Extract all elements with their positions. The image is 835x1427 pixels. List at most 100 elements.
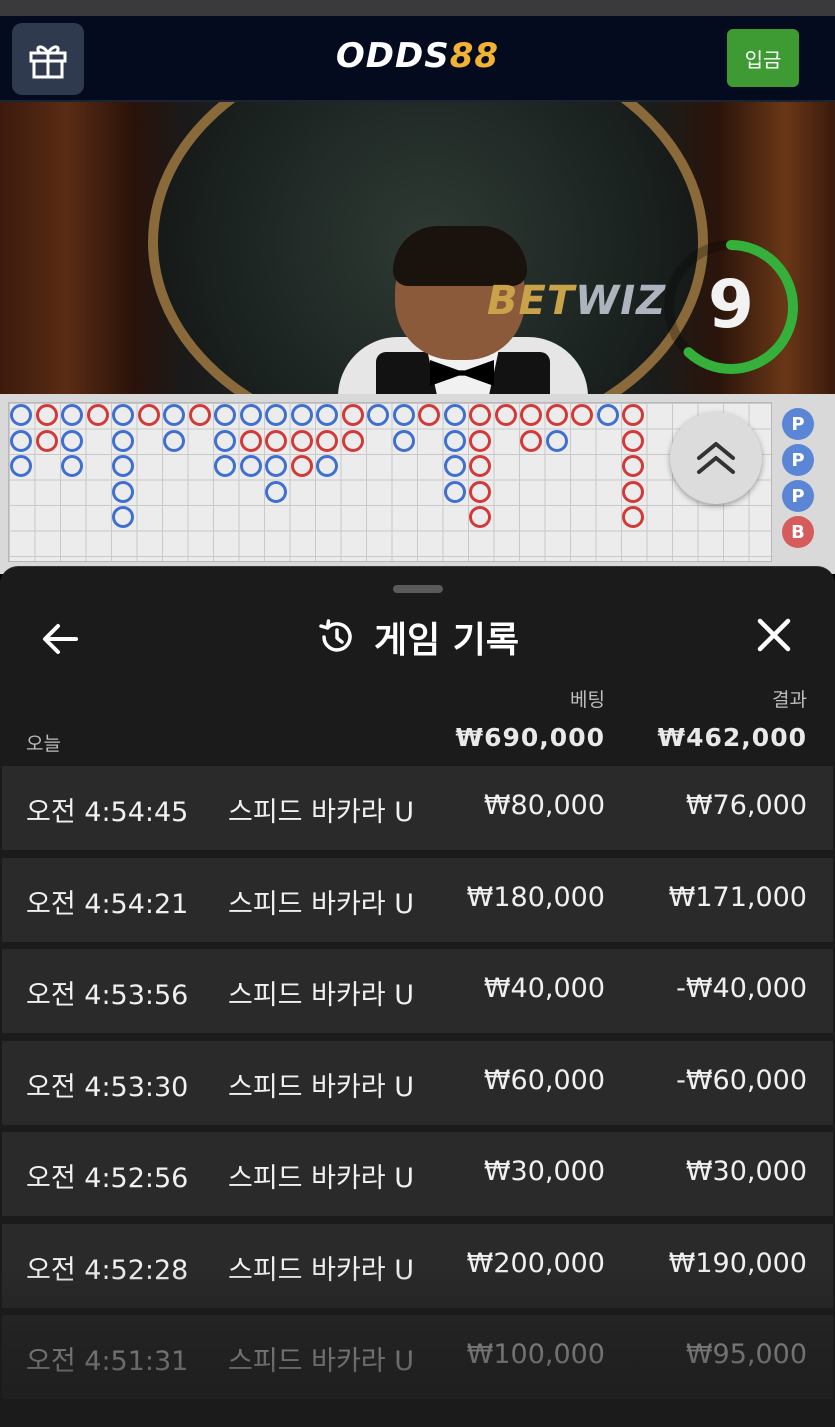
player-bead <box>443 480 466 503</box>
banker-bead <box>469 480 491 503</box>
banker-bead <box>469 404 491 426</box>
banker-bead <box>265 429 287 452</box>
bead-road: PPPB <box>0 394 835 574</box>
road-side-chips: PPPB <box>778 400 835 570</box>
player-bead <box>112 455 134 477</box>
deposit-button[interactable]: 입금 <box>727 29 799 87</box>
row-time: 오전 4:52:28 <box>26 1254 189 1286</box>
banker-bead <box>622 480 644 503</box>
banker-bead <box>341 404 364 426</box>
row-game: 스피드 바카라 U <box>228 1254 414 1286</box>
history-row[interactable]: 오전 4:54:45 스피드 바카라 U ₩80,000 ₩76,000 <box>2 766 833 850</box>
row-game: 스피드 바카라 U <box>228 980 414 1011</box>
player-bead <box>265 455 287 477</box>
player-bead <box>61 455 83 477</box>
banker-bead <box>622 455 644 477</box>
player-bead <box>392 429 415 452</box>
column-header-result: 결과 <box>772 689 807 711</box>
history-row[interactable]: 오전 4:54:21 스피드 바카라 U ₩180,000 ₩171,000 <box>2 857 833 942</box>
player-bead <box>112 429 134 452</box>
history-icon <box>319 619 352 652</box>
page-title: 게임 기록 <box>373 620 519 661</box>
banker-bead <box>469 429 491 452</box>
row-game: 스피드 바카라 U <box>228 1346 414 1377</box>
row-game: 스피드 바카라 U <box>228 1163 414 1194</box>
banker-bead <box>35 404 58 426</box>
logo: ODDS88 <box>0 36 835 76</box>
player-chip: P <box>782 480 814 512</box>
row-bet: ₩80,000 <box>483 790 605 821</box>
player-bead <box>214 429 236 452</box>
banker-bead <box>469 506 491 528</box>
banker-bead <box>622 506 644 528</box>
player-bead <box>443 404 466 426</box>
countdown-number: 9 <box>708 266 754 343</box>
today-result-total: ₩462,000 <box>657 723 807 752</box>
player-bead <box>443 429 466 452</box>
banker-bead <box>239 429 262 452</box>
banker-bead <box>520 429 542 452</box>
player-bead <box>545 429 568 452</box>
sheet-drag-handle[interactable] <box>393 585 443 593</box>
banker-bead <box>341 429 364 452</box>
row-game: 스피드 바카라 U <box>228 888 414 920</box>
banker-bead <box>35 429 58 452</box>
row-result: ₩30,000 <box>685 1156 807 1187</box>
player-bead <box>239 455 262 477</box>
row-bet: ₩30,000 <box>483 1156 605 1187</box>
row-time: 오전 4:53:56 <box>26 980 189 1011</box>
player-bead <box>163 429 185 452</box>
row-result: -₩40,000 <box>676 973 807 1004</box>
row-time: 오전 4:52:56 <box>26 1163 189 1194</box>
player-bead <box>316 455 338 477</box>
banker-bead <box>137 404 160 426</box>
row-game: 스피드 바카라 U <box>228 797 414 828</box>
row-time: 오전 4:54:21 <box>26 888 189 920</box>
player-bead <box>214 455 236 477</box>
player-bead <box>290 404 313 426</box>
row-result: ₩76,000 <box>685 790 807 821</box>
column-header-bet: 베팅 <box>570 689 605 711</box>
row-bet: ₩180,000 <box>466 881 605 913</box>
player-chip: P <box>782 444 814 476</box>
banker-bead <box>469 455 491 477</box>
today-bet-total: ₩690,000 <box>455 723 605 752</box>
history-row[interactable]: 오전 4:51:31 스피드 바카라 U ₩100,000 ₩95,000 <box>2 1315 833 1399</box>
banker-bead <box>316 429 338 452</box>
row-result: ₩95,000 <box>685 1339 807 1370</box>
history-row[interactable]: 오전 4:52:28 스피드 바카라 U ₩200,000 ₩190,000 <box>2 1223 833 1308</box>
banker-bead <box>622 429 644 452</box>
banker-bead <box>418 404 440 426</box>
history-row[interactable]: 오전 4:53:30 스피드 바카라 U ₩60,000 -₩60,000 <box>2 1040 833 1125</box>
row-result: ₩171,000 <box>668 881 807 913</box>
history-row[interactable]: 오전 4:53:56 스피드 바카라 U ₩40,000 -₩40,000 <box>2 949 833 1033</box>
banker-bead <box>290 455 313 477</box>
dealer-hair <box>393 226 527 286</box>
brand-part2: WIZ <box>575 278 667 324</box>
history-row[interactable]: 오전 4:52:56 스피드 바카라 U ₩30,000 ₩30,000 <box>2 1132 833 1216</box>
player-bead <box>596 404 619 426</box>
game-history-sheet: 게임 기록 베팅 결과 오늘 ₩690,000 ₩462,000 오전 4:54… <box>0 566 835 1427</box>
brand-part1: BET <box>487 278 576 324</box>
live-video: BETWIZ 9 <box>0 102 835 394</box>
row-result: -₩60,000 <box>676 1064 807 1096</box>
sheet-title: 게임 기록 <box>0 611 835 663</box>
banker-bead <box>571 404 593 426</box>
row-bet: ₩60,000 <box>483 1064 605 1096</box>
row-game: 스피드 바카라 U <box>228 1071 414 1103</box>
logo-part1: ODDS <box>335 36 450 76</box>
expand-button[interactable] <box>670 412 762 504</box>
player-bead <box>265 480 287 503</box>
banker-bead <box>520 404 542 426</box>
close-button[interactable] <box>750 611 798 659</box>
row-bet: ₩200,000 <box>466 1247 605 1279</box>
banker-chip: B <box>782 516 814 548</box>
row-time: 오전 4:54:45 <box>26 797 189 828</box>
player-chip: P <box>782 408 814 440</box>
player-bead <box>214 404 236 426</box>
player-bead <box>392 404 415 426</box>
road-grid <box>8 402 772 562</box>
status-bar <box>0 0 835 16</box>
banker-bead <box>188 404 211 426</box>
row-time: 오전 4:53:30 <box>26 1071 189 1103</box>
